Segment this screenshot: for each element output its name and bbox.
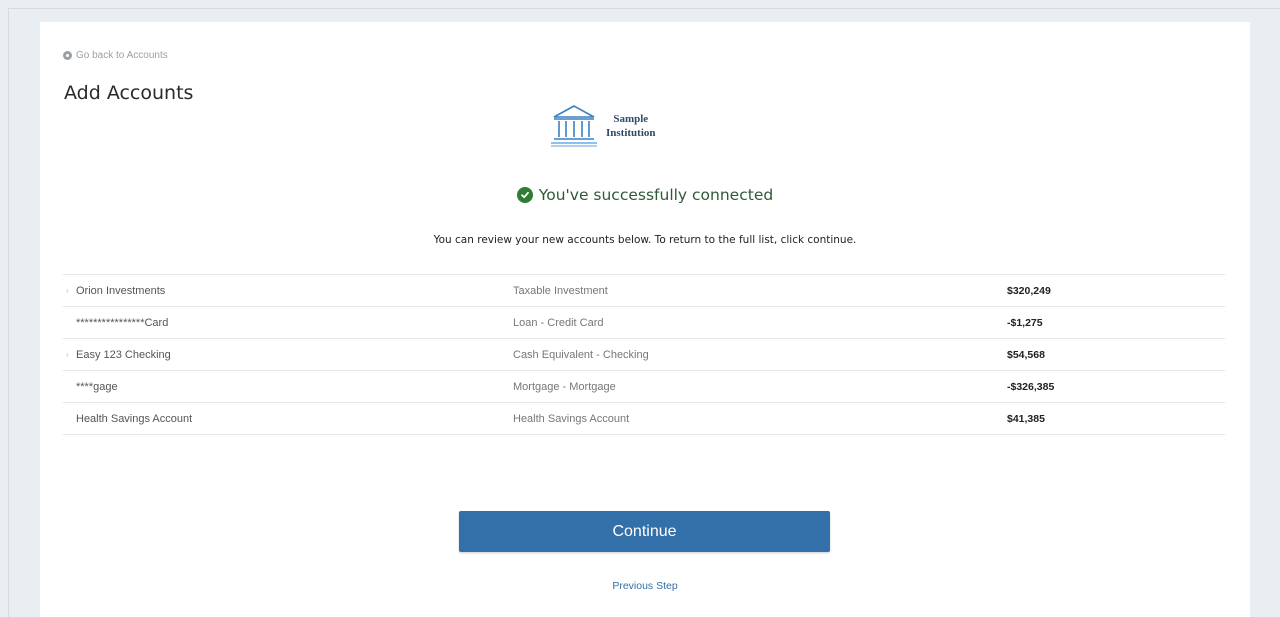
account-balance: $320,249 — [1007, 284, 1051, 297]
account-type: Loan - Credit Card — [513, 316, 604, 329]
bank-building-icon — [551, 105, 597, 147]
circle-icon — [63, 51, 72, 60]
success-message: You've successfully connected — [40, 186, 1250, 204]
check-circle-icon — [516, 187, 533, 203]
account-type: Health Savings Account — [513, 412, 630, 425]
success-text: You've successfully connected — [538, 186, 774, 204]
account-type: Cash Equivalent - Checking — [513, 348, 649, 361]
row-caret-icon: › — [66, 350, 69, 359]
go-back-label: Go back to Accounts — [76, 50, 168, 61]
account-row[interactable]: ****************Card Loan - Credit Card … — [63, 307, 1225, 339]
account-type: Mortgage - Mortgage — [513, 380, 616, 393]
account-balance: $54,568 — [1007, 348, 1045, 361]
frame-top-border — [8, 8, 1280, 9]
account-balance: $41,385 — [1007, 412, 1045, 425]
account-name: ****************Card — [76, 316, 169, 329]
accounts-list: › Orion Investments Taxable Investment $3… — [63, 274, 1225, 435]
account-name: Health Savings Account — [76, 412, 193, 425]
account-type: Taxable Investment — [513, 284, 608, 297]
previous-step-link[interactable]: Previous Step — [40, 580, 1250, 592]
institution-name-line1: Sample — [613, 113, 649, 125]
account-balance: -$1,275 — [1007, 316, 1043, 329]
institution-logo: Sample Institution — [550, 104, 656, 148]
row-caret-icon: › — [66, 286, 69, 295]
account-balance: -$326,385 — [1007, 380, 1055, 393]
continue-button[interactable]: Continue — [459, 511, 830, 552]
account-name: ****gage — [76, 380, 118, 393]
instructions-text: You can review your new accounts below. … — [433, 234, 857, 246]
account-name: Easy 123 Checking — [76, 348, 171, 361]
page-title: Add Accounts — [64, 82, 194, 104]
account-row[interactable]: Health Savings Account Health Savings Ac… — [63, 403, 1225, 435]
institution-name: Sample Institution — [606, 112, 656, 140]
go-back-link[interactable]: Go back to Accounts — [63, 50, 168, 61]
account-row[interactable]: ****gage Mortgage - Mortgage -$326,385 — [63, 371, 1225, 403]
account-row[interactable]: › Easy 123 Checking Cash Equivalent - Che… — [63, 339, 1225, 371]
add-accounts-card: Go back to Accounts Add Accounts Sample … — [40, 22, 1250, 617]
account-name: Orion Investments — [76, 284, 166, 297]
institution-name-line2: Institution — [606, 127, 656, 139]
account-row[interactable]: › Orion Investments Taxable Investment $3… — [63, 275, 1225, 307]
frame-left-border — [8, 8, 9, 617]
